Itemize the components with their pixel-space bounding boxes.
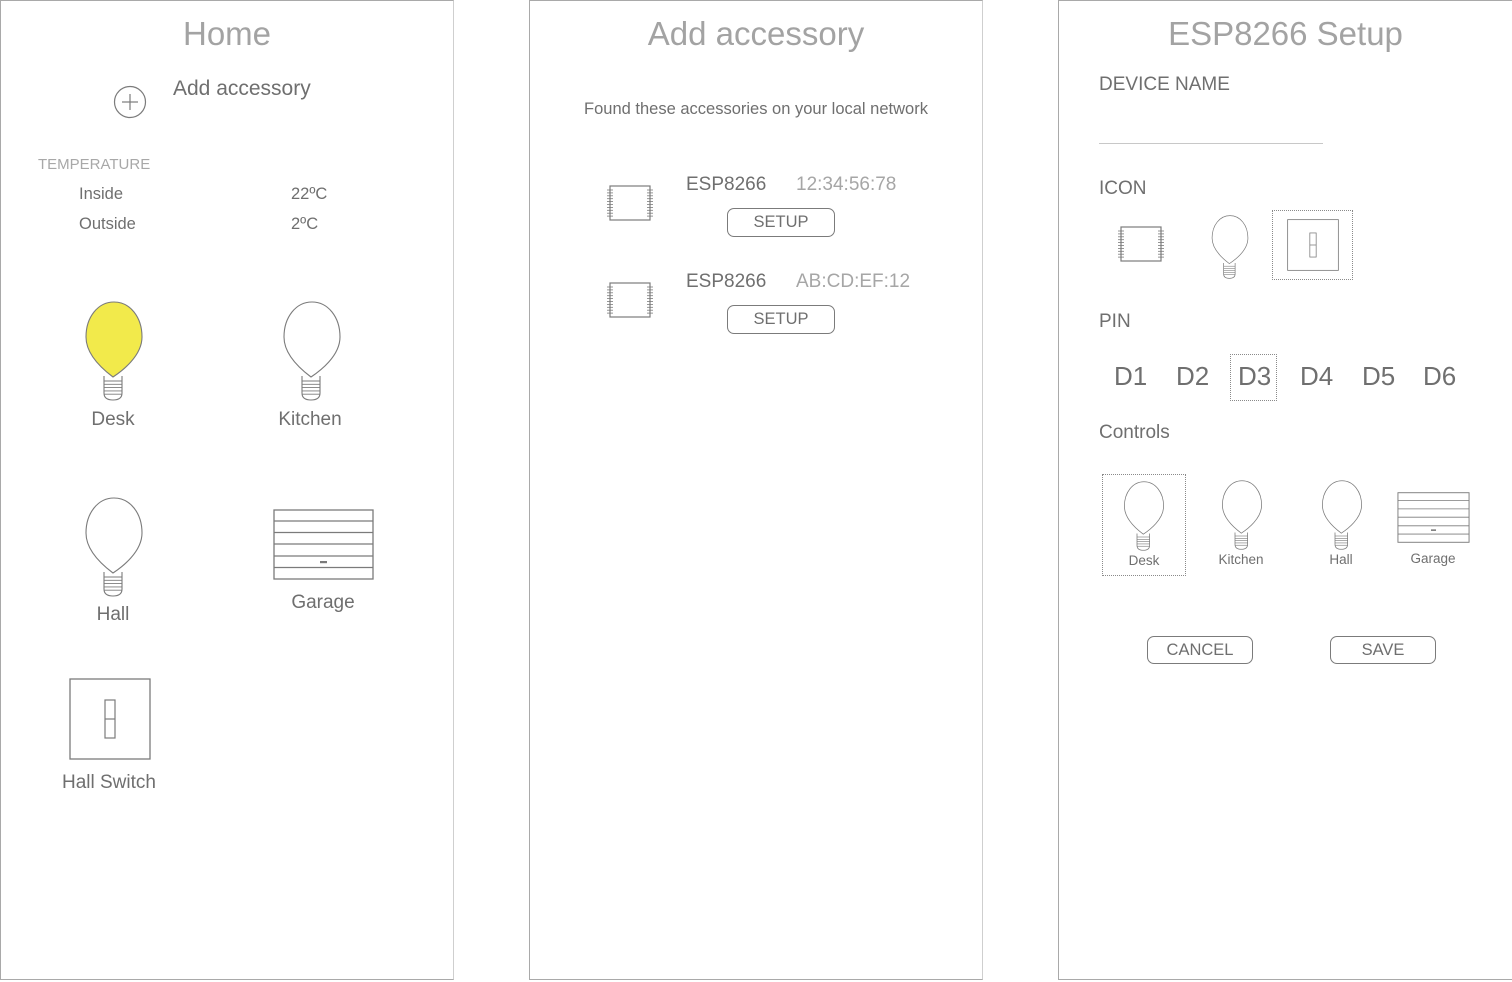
page-title: ESP8266 Setup [1168, 15, 1403, 52]
controls-label: Controls [1099, 422, 1170, 443]
accessory-tile-hall-switch[interactable]: Hall Switch [53, 677, 165, 797]
temperature-outside-value: 2ºC [291, 215, 319, 233]
home-screen: Home Add accessory TEMPERATURE Inside 22… [0, 0, 454, 980]
lightbulb-icon [1322, 480, 1362, 550]
cancel-button[interactable]: CANCEL [1147, 636, 1253, 664]
device-name: ESP8266 [686, 174, 767, 195]
device-name: ESP8266 [686, 271, 767, 292]
device-mac: 12:34:56:78 [796, 174, 897, 195]
device-mac: AB:CD:EF:12 [796, 271, 911, 292]
chip-icon [607, 282, 653, 318]
accessory-label: Garage [291, 592, 355, 613]
device-list-item: ESP8266 12:34:56:78 SETUP [600, 169, 940, 241]
add-accessory-link[interactable]: Add accessory [173, 77, 311, 101]
add-accessory-button[interactable] [113, 85, 147, 119]
control-label: Desk [1128, 553, 1160, 568]
lightbulb-icon [1222, 480, 1262, 550]
pin-label: PIN [1099, 311, 1131, 332]
chip-icon [607, 185, 653, 221]
icon-option-lightbulb[interactable] [1207, 211, 1251, 279]
control-label: Garage [1410, 551, 1456, 566]
garage-door-icon [273, 509, 374, 580]
device-name-input[interactable] [1099, 111, 1323, 144]
icon-option-light-switch[interactable] [1272, 210, 1353, 280]
icon-option-chip[interactable] [1111, 219, 1167, 267]
accessory-label: Hall Switch [62, 772, 156, 793]
light-switch-icon [69, 678, 151, 760]
temperature-outside-label: Outside [79, 215, 136, 233]
setup-button[interactable]: SETUP [727, 305, 835, 334]
lightbulb-icon [283, 301, 341, 401]
lightbulb-icon [85, 497, 143, 597]
control-label: Kitchen [1218, 552, 1264, 567]
pin-option-d6[interactable]: D6 [1423, 361, 1456, 392]
add-accessory-screen: Add accessory Found these accessories on… [529, 0, 983, 980]
page-title: Add accessory [647, 15, 865, 52]
device-name-label: DEVICE NAME [1099, 74, 1230, 95]
chip-icon [1118, 226, 1164, 262]
light-switch-icon [1287, 219, 1339, 271]
save-button[interactable]: SAVE [1330, 636, 1436, 664]
accessory-label: Desk [91, 409, 135, 430]
pin-option-d1[interactable]: D1 [1114, 361, 1147, 392]
temperature-inside-value: 22ºC [291, 185, 328, 203]
control-label: Hall [1329, 552, 1353, 567]
plus-circle-icon [113, 85, 147, 119]
setup-button[interactable]: SETUP [727, 208, 835, 237]
control-option-kitchen[interactable]: Kitchen [1200, 475, 1282, 575]
icon-label: ICON [1099, 178, 1147, 199]
garage-door-icon [1397, 492, 1470, 543]
lightbulb-icon [1124, 481, 1164, 551]
device-setup-screen: ESP8266 Setup DEVICE NAME ICON PIN D1 D2… [1058, 0, 1512, 980]
pin-option-d4[interactable]: D4 [1300, 361, 1333, 392]
accessory-tile-garage[interactable]: Garage [263, 506, 383, 621]
accessory-label: Hall [96, 604, 130, 625]
control-option-desk[interactable]: Desk [1102, 474, 1186, 576]
pin-option-d3: D3 [1238, 361, 1272, 391]
control-option-hall[interactable]: Hall [1300, 475, 1382, 575]
accessory-label: Kitchen [278, 409, 342, 430]
accessory-tile-hall[interactable]: Hall [63, 493, 163, 633]
lightbulb-icon [85, 301, 143, 401]
pin-option-d3-selected[interactable]: D3 [1230, 354, 1277, 401]
found-accessories-subtitle: Found these accessories on your local ne… [584, 100, 928, 118]
control-option-garage[interactable]: Garage [1393, 489, 1473, 575]
accessory-tile-kitchen[interactable]: Kitchen [260, 297, 360, 437]
lightbulb-icon [1211, 215, 1249, 279]
temperature-inside-label: Inside [79, 185, 124, 203]
device-list-item: ESP8266 AB:CD:EF:12 SETUP [600, 266, 940, 338]
page-title: Home [182, 15, 272, 52]
pin-option-d5[interactable]: D5 [1362, 361, 1395, 392]
temperature-section-label: TEMPERATURE [38, 156, 151, 173]
pin-option-d2[interactable]: D2 [1176, 361, 1209, 392]
accessory-tile-desk[interactable]: Desk [63, 297, 163, 437]
